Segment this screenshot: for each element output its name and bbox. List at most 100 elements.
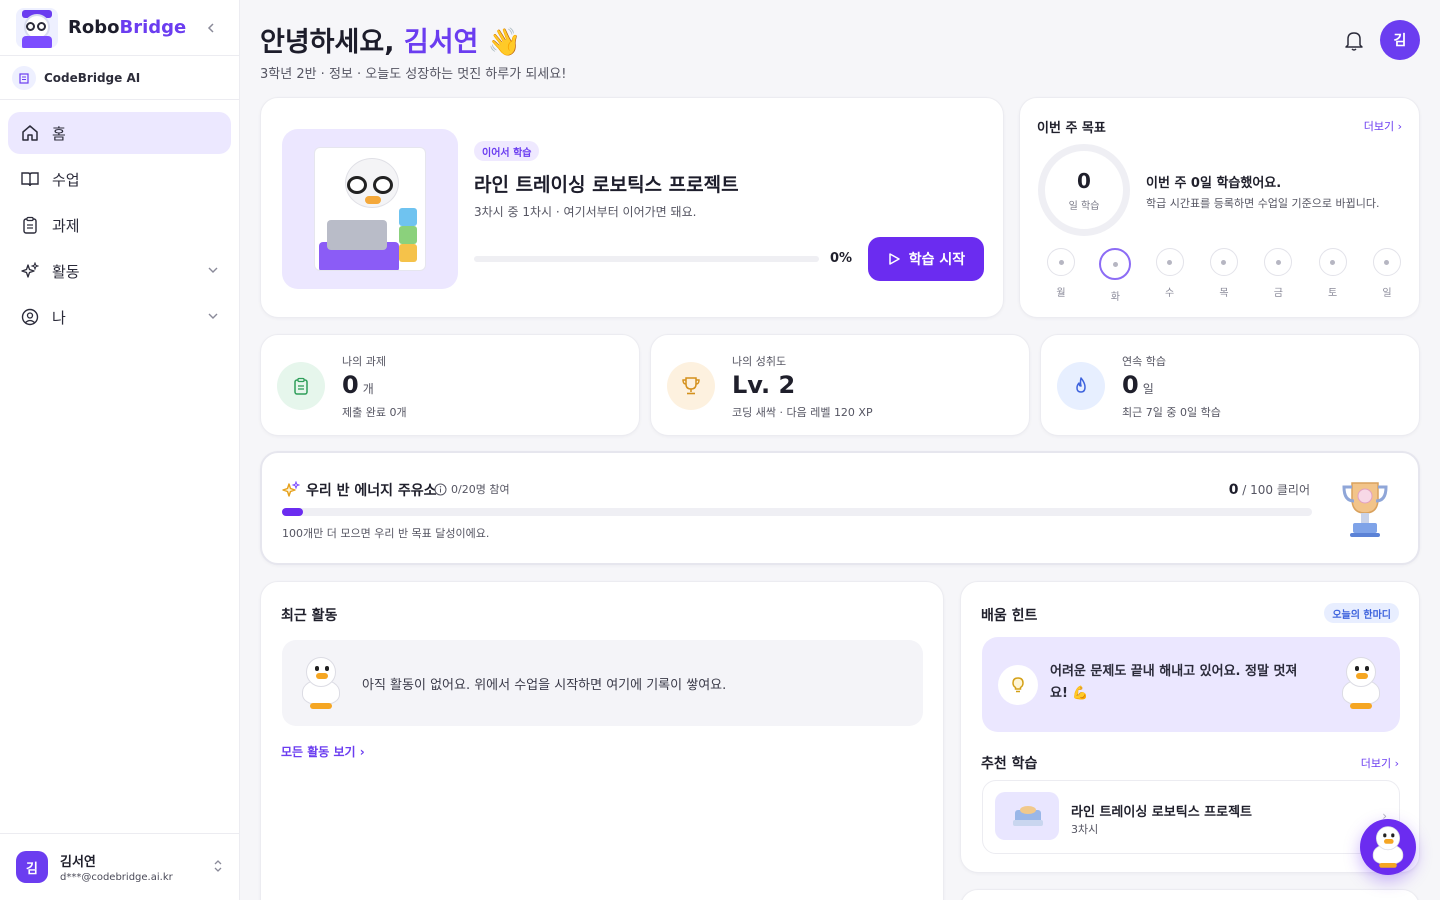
sparkle-icon bbox=[282, 481, 300, 497]
sidebar-item-classes[interactable]: 수업 bbox=[8, 158, 231, 200]
sidebar-nav: 홈 수업 과제 활동 나 bbox=[0, 100, 239, 354]
stat-value: 0일 bbox=[1122, 371, 1154, 399]
stat-card-achievement[interactable]: 나의 성취도 Lv. 2 코딩 새싹 · 다음 레벨 120 XP bbox=[650, 334, 1030, 436]
course-thumbnail[interactable] bbox=[282, 129, 458, 289]
avatar: 김 bbox=[16, 851, 48, 883]
flame-icon bbox=[1057, 362, 1105, 410]
tip-message-box: 어려운 문제도 끝내 해내고 있어요. 정말 멋져요! 💪 bbox=[982, 637, 1400, 732]
stat-sub: 최근 7일 중 0일 학습 bbox=[1122, 406, 1221, 419]
collapse-sidebar-button[interactable] bbox=[199, 16, 223, 40]
all-activity-link[interactable]: 모든 활동 보기 › bbox=[281, 743, 365, 760]
sidebar: RoboBridge CodeBridge AI 홈 수업 과제 활동 나 김 … bbox=[0, 0, 240, 900]
day-thu: 목 bbox=[1207, 248, 1241, 303]
sidebar-item-label: 나 bbox=[52, 308, 66, 327]
profile-avatar[interactable]: 김 bbox=[1380, 20, 1420, 60]
home-icon bbox=[20, 123, 40, 143]
workspace-switcher[interactable]: CodeBridge AI bbox=[0, 56, 239, 100]
workspace-label: CodeBridge AI bbox=[44, 70, 141, 85]
user-account-menu[interactable]: 김 김서연 d***@codebridge.ai.kr bbox=[0, 833, 239, 900]
learning-tips-card: 배움 힌트 오늘의 한마디 어려운 문제도 끝내 해내고 있어요. 정말 멋져요… bbox=[960, 581, 1420, 873]
start-learning-button[interactable]: 학습 시작 bbox=[868, 237, 984, 281]
sidebar-item-label: 과제 bbox=[52, 216, 80, 235]
stat-label: 나의 성취도 bbox=[732, 355, 787, 368]
course-thumbnail bbox=[995, 792, 1059, 840]
stat-label: 나의 과제 bbox=[342, 355, 386, 368]
robobridge-logo[interactable] bbox=[16, 7, 58, 48]
continue-tag: 이어서 학습 bbox=[474, 141, 540, 161]
recommended-more-link[interactable]: 더보기 › bbox=[1361, 755, 1399, 771]
energy-participation: 0/20명 참여 bbox=[434, 481, 510, 497]
day-wed: 수 bbox=[1153, 248, 1187, 303]
tips-badge: 오늘의 한마디 bbox=[1324, 603, 1399, 623]
ai-assistant-button[interactable] bbox=[1360, 819, 1416, 875]
weekly-goal-more-link[interactable]: 더보기 › bbox=[1364, 118, 1402, 134]
recommended-title: 추천 학습 bbox=[981, 756, 1038, 772]
duck-mascot-icon bbox=[1338, 657, 1384, 709]
sparkle-icon bbox=[20, 261, 40, 281]
sidebar-item-label: 홈 bbox=[52, 124, 66, 143]
class-energy-card: 우리 반 에너지 주유소 0/20명 참여 0 / 100 클리어 100개만 … bbox=[260, 451, 1420, 565]
lightbulb-icon bbox=[998, 665, 1038, 705]
sidebar-item-assignments[interactable]: 과제 bbox=[8, 204, 231, 246]
stat-value: Lv. 2 bbox=[732, 371, 796, 399]
weekly-goal-hint: 학급 시간표를 등록하면 수업일 기준으로 바뀝니다. bbox=[1146, 197, 1380, 210]
info-icon[interactable] bbox=[434, 483, 447, 496]
stat-sub: 코딩 새싹 · 다음 레벨 120 XP bbox=[732, 406, 873, 419]
page-title: 안녕하세요, 김서연 👋 bbox=[260, 27, 522, 58]
weekly-goal-card: 이번 주 목표 더보기 › 0 일 학습 이번 주 0일 학습했어요. 학급 시… bbox=[1019, 97, 1420, 318]
weekly-progress-ring: 0 일 학습 bbox=[1038, 144, 1130, 236]
notification-bell-icon[interactable] bbox=[1342, 28, 1366, 52]
stat-card-streak[interactable]: 연속 학습 0일 최근 7일 중 0일 학습 bbox=[1040, 334, 1420, 436]
recent-activity-card: 최근 활동 아직 활동이 없어요. 위에서 수업을 시작하면 여기에 기록이 쌓… bbox=[260, 581, 944, 900]
duck-mascot-icon bbox=[1370, 826, 1407, 868]
day-tue: 화 bbox=[1098, 248, 1132, 303]
course-subtitle: 3차시 중 1차시 · 여기서부터 이어가면 돼요. bbox=[474, 205, 697, 219]
recommended-course-item[interactable]: 라인 트레이싱 로보틱스 프로젝트 3차시 › bbox=[982, 780, 1400, 854]
chevron-up-down-icon bbox=[213, 859, 223, 876]
stat-sub: 제출 완료 0개 bbox=[342, 406, 407, 419]
page-subtitle: 3학년 2반 · 정보 · 오늘도 성장하는 멋진 하루가 되세요! bbox=[260, 67, 567, 82]
trophy-illustration-icon bbox=[1342, 482, 1388, 537]
brand-header: RoboBridge bbox=[0, 0, 239, 56]
tips-title: 배움 힌트 bbox=[981, 608, 1038, 624]
energy-note: 100개만 더 모으면 우리 반 목표 달성이에요. bbox=[282, 527, 490, 540]
recent-activity-empty-state: 아직 활동이 없어요. 위에서 수업을 시작하면 여기에 기록이 쌓여요. bbox=[282, 640, 923, 726]
energy-progress-bar bbox=[282, 508, 1312, 516]
clipboard-icon bbox=[277, 362, 325, 410]
weekly-goal-title: 이번 주 목표 bbox=[1037, 121, 1106, 136]
sidebar-item-label: 활동 bbox=[52, 262, 80, 281]
course-progress-label: 0% bbox=[830, 251, 853, 266]
play-icon bbox=[889, 253, 900, 265]
more-card bbox=[960, 889, 1420, 900]
recommended-course-title: 라인 트레이싱 로보틱스 프로젝트 bbox=[1071, 805, 1253, 820]
weekday-tracker: 월 화 수 목 금 토 일 bbox=[1044, 248, 1404, 303]
recommended-course-sub: 3차시 bbox=[1071, 823, 1099, 836]
weekly-goal-message: 이번 주 0일 학습했어요. bbox=[1146, 176, 1282, 191]
course-title: 라인 트레이싱 로보틱스 프로젝트 bbox=[474, 174, 739, 196]
sidebar-item-home[interactable]: 홈 bbox=[8, 112, 231, 154]
user-circle-icon bbox=[20, 307, 40, 327]
user-name: 김서연 bbox=[60, 855, 96, 870]
tip-message: 어려운 문제도 끝내 해내고 있어요. 정말 멋져요! 💪 bbox=[1050, 664, 1298, 701]
building-icon bbox=[12, 65, 36, 90]
trophy-icon bbox=[667, 362, 715, 410]
stat-label: 연속 학습 bbox=[1122, 355, 1166, 368]
chevron-left-icon bbox=[207, 22, 214, 33]
chevron-down-icon bbox=[207, 308, 219, 326]
clipboard-icon bbox=[20, 215, 40, 235]
duck-mascot-icon bbox=[298, 657, 344, 709]
energy-count: 0 / 100 클리어 bbox=[1228, 482, 1310, 498]
day-mon: 월 bbox=[1044, 248, 1078, 303]
sidebar-item-activities[interactable]: 활동 bbox=[8, 250, 231, 292]
day-sun: 일 bbox=[1370, 248, 1404, 303]
day-fri: 금 bbox=[1261, 248, 1295, 303]
sidebar-item-label: 수업 bbox=[52, 170, 80, 189]
chevron-down-icon bbox=[207, 262, 219, 280]
stat-card-assignments[interactable]: 나의 과제 0개 제출 완료 0개 bbox=[260, 334, 640, 436]
sidebar-item-me[interactable]: 나 bbox=[8, 296, 231, 338]
course-progress-bar bbox=[474, 256, 819, 262]
day-sat: 토 bbox=[1316, 248, 1350, 303]
energy-title: 우리 반 에너지 주유소 bbox=[282, 480, 437, 500]
user-email: d***@codebridge.ai.kr bbox=[60, 872, 173, 883]
stat-value: 0개 bbox=[342, 371, 374, 399]
